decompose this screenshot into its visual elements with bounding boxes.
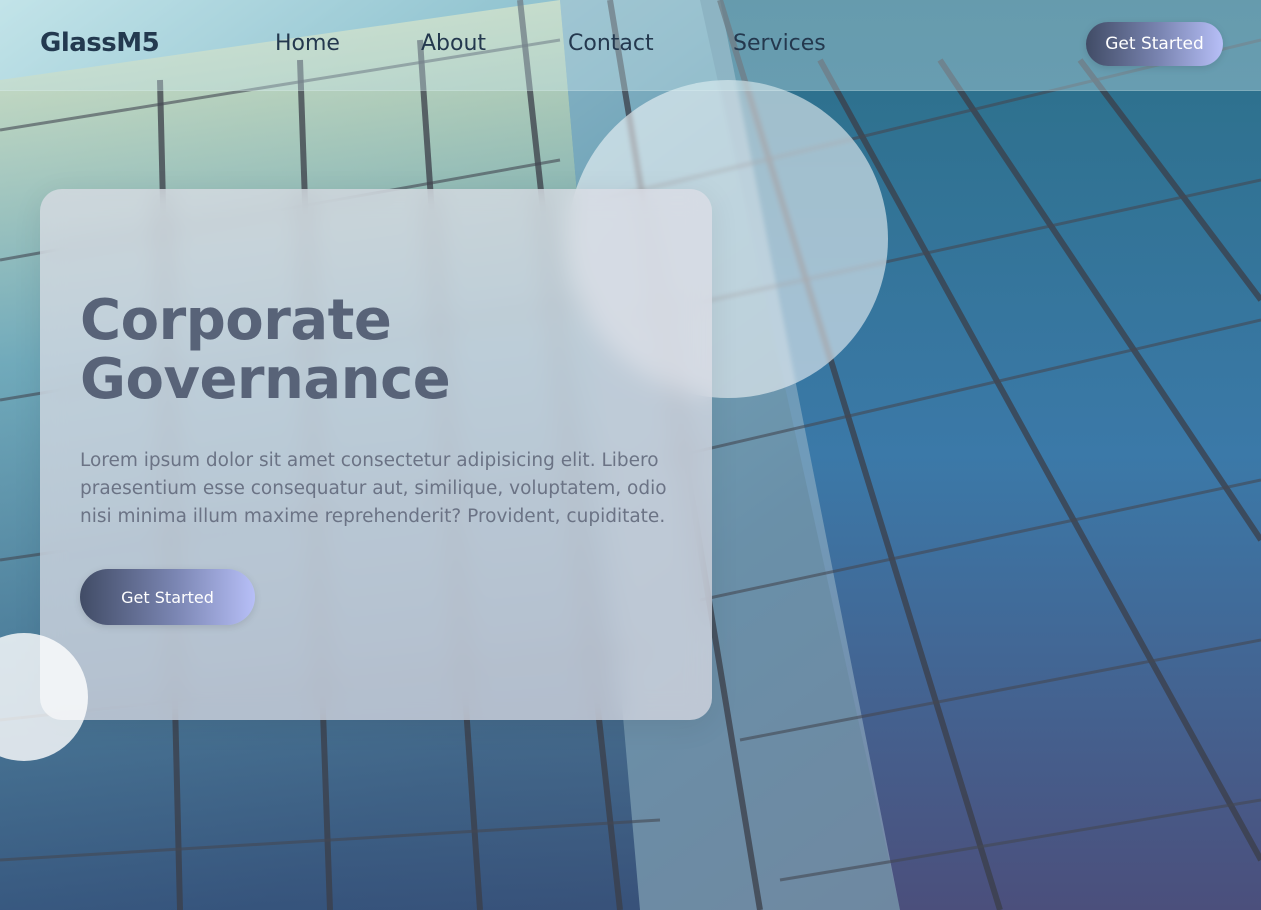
landing-page: GlassM5 Home About Contact Services Get … bbox=[0, 0, 1261, 910]
hero-get-started-button[interactable]: Get Started bbox=[80, 569, 255, 625]
nav-link-about[interactable]: About bbox=[421, 31, 486, 56]
hero-description: Lorem ipsum dolor sit amet consectetur a… bbox=[80, 450, 667, 527]
top-navbar: GlassM5 Home About Contact Services Get … bbox=[0, 0, 1261, 91]
nav-get-started-button[interactable]: Get Started bbox=[1086, 22, 1223, 66]
hero-title: Corporate Governance bbox=[80, 291, 640, 409]
nav-link-contact[interactable]: Contact bbox=[568, 31, 654, 56]
hero-card: Corporate Governance Lorem ipsum dolor s… bbox=[40, 189, 712, 720]
brand-logo[interactable]: GlassM5 bbox=[40, 28, 160, 58]
hero-title-line-1: Corporate bbox=[80, 288, 392, 353]
nav-link-services[interactable]: Services bbox=[733, 31, 826, 56]
nav-link-home[interactable]: Home bbox=[275, 31, 340, 56]
hero-title-line-2: Governance bbox=[80, 347, 451, 412]
